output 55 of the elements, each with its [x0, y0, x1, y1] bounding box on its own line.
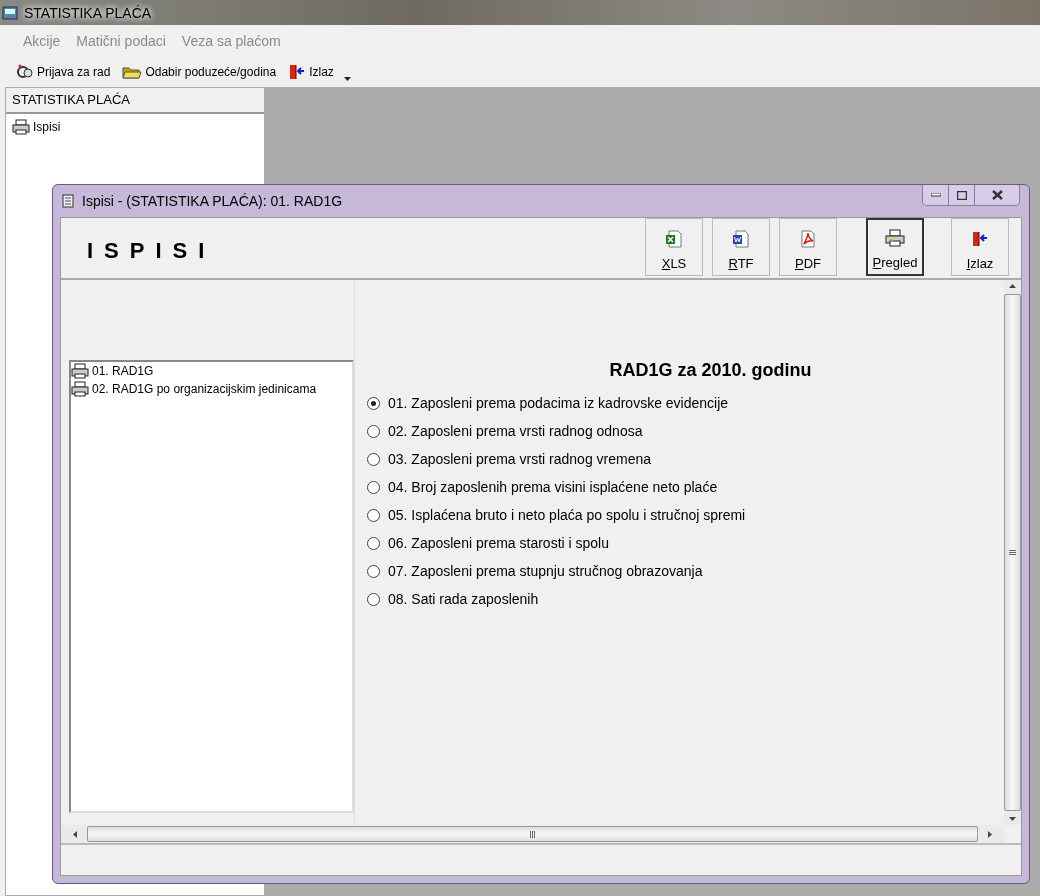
radio-option[interactable]: 05. Isplaćena bruto i neto plaća po spolu i stručnoj spremi	[367, 501, 1004, 529]
report-list-item[interactable]: 02. RAD1G po organizacijskim jedinicama	[71, 380, 352, 398]
scroll-left-icon[interactable]	[73, 830, 77, 838]
report-list-item[interactable]: 01. RAD1G	[71, 362, 352, 380]
toolbar-button[interactable]: Izlaz	[951, 218, 1009, 276]
radio-option[interactable]: 07. Zaposleni prema stupnju stručnog obrazovanja	[367, 557, 1004, 585]
door-icon	[971, 230, 989, 248]
toolbar-button[interactable]: RTF	[712, 218, 770, 276]
grip-icon[interactable]	[1009, 550, 1016, 555]
vertical-scrollbar[interactable]	[1004, 280, 1021, 825]
minimize-icon	[930, 193, 941, 197]
document-icon	[732, 230, 750, 248]
scroll-right-icon[interactable]	[988, 830, 992, 838]
radio-button[interactable]	[367, 396, 380, 410]
printer-icon	[12, 119, 30, 135]
radio-option[interactable]: 03. Zaposleni prema vrsti radnog vremena	[367, 445, 1004, 473]
window-title: STATISTIKA PLAĆA	[24, 4, 152, 21]
radio-button[interactable]	[367, 536, 380, 550]
scroll-down-icon[interactable]	[1009, 817, 1016, 821]
grip-icon[interactable]	[530, 830, 535, 838]
sidebar-title: STATISTIKA PLAĆA	[6, 88, 264, 114]
maximize-icon	[956, 190, 967, 200]
radio-option[interactable]: 08. Sati rada zaposlenih	[367, 585, 1004, 613]
radio-option[interactable]: 01. Zaposleni prema podacima iz kadrovske evidencije	[367, 389, 1004, 417]
spreadsheet-icon	[665, 230, 683, 248]
radio-option[interactable]: 06. Zaposleni prema starosti i spolu	[367, 529, 1004, 557]
app-icon	[2, 4, 18, 21]
section-heading: ISPISI	[86, 238, 216, 264]
pdf-icon	[799, 230, 817, 248]
radio-button[interactable]	[367, 592, 380, 606]
radio-button[interactable]	[367, 480, 380, 494]
toolbar-button[interactable]: PDF	[779, 218, 837, 276]
radio-button[interactable]	[367, 508, 380, 522]
scroll-up-icon[interactable]	[1009, 284, 1016, 288]
sidebar-item[interactable]: Ispisi	[6, 114, 264, 140]
radio-button[interactable]	[367, 564, 380, 578]
maximize-button[interactable]	[949, 185, 975, 205]
close-button[interactable]	[975, 185, 1019, 205]
radio-option[interactable]: 04. Broj zaposlenih prema visini isplaćene neto plaće	[367, 473, 1004, 501]
radio-option[interactable]: 02. Zaposleni prema vrsti radnog odnosa	[367, 417, 1004, 445]
toolbar-button[interactable]: Odabir poduzeće/godina	[120, 64, 279, 80]
close-icon	[991, 190, 1003, 200]
toolbar-button[interactable]: Prijava za rad	[14, 64, 113, 80]
toolbar-button[interactable]: Izlaz	[286, 63, 336, 81]
radio-button[interactable]	[367, 452, 380, 466]
toolbar-button[interactable]: Pregled	[866, 218, 924, 276]
toolbar-button[interactable]: XLS	[645, 218, 703, 276]
folder-icon	[122, 64, 143, 80]
horizontal-scrollbar[interactable]	[61, 825, 1004, 843]
report-title: RAD1G za 2010. godinu	[608, 360, 813, 381]
window-title: Ispisi - (STATISTIKA PLAĆA): 01. RAD1G	[82, 193, 343, 209]
caret-icon[interactable]	[343, 77, 351, 81]
printer-icon	[885, 229, 905, 247]
door-icon	[288, 63, 307, 81]
radio-button[interactable]	[367, 424, 380, 438]
